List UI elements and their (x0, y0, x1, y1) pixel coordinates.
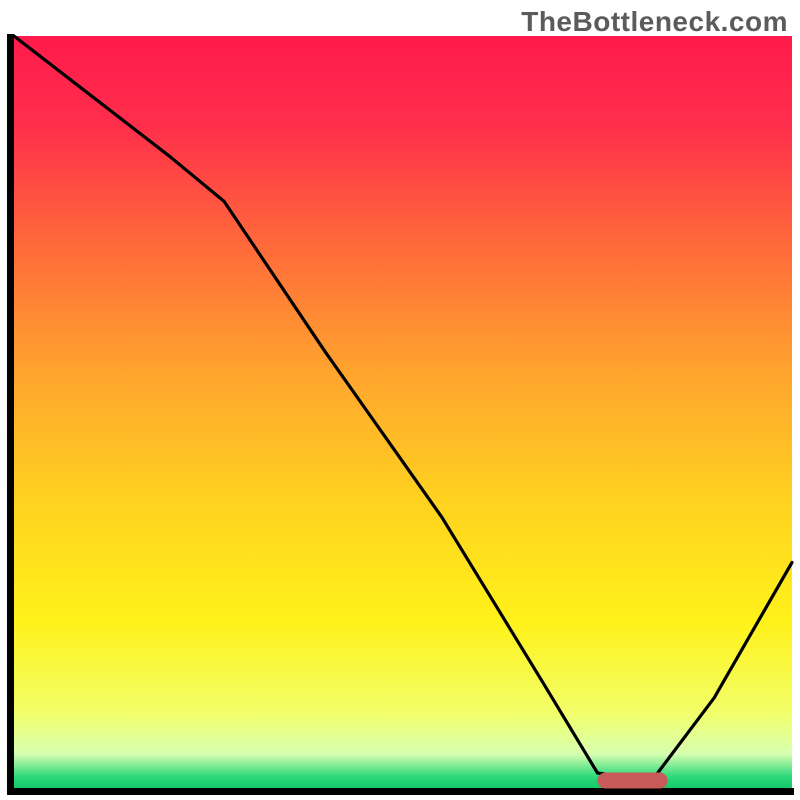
chart-frame: TheBottleneck.com (0, 0, 800, 800)
x-axis (7, 788, 794, 795)
bottleneck-chart (0, 0, 800, 800)
gradient-background (14, 36, 792, 788)
y-axis (7, 34, 14, 795)
optimal-range-marker (598, 772, 668, 788)
watermark-text: TheBottleneck.com (521, 6, 788, 38)
